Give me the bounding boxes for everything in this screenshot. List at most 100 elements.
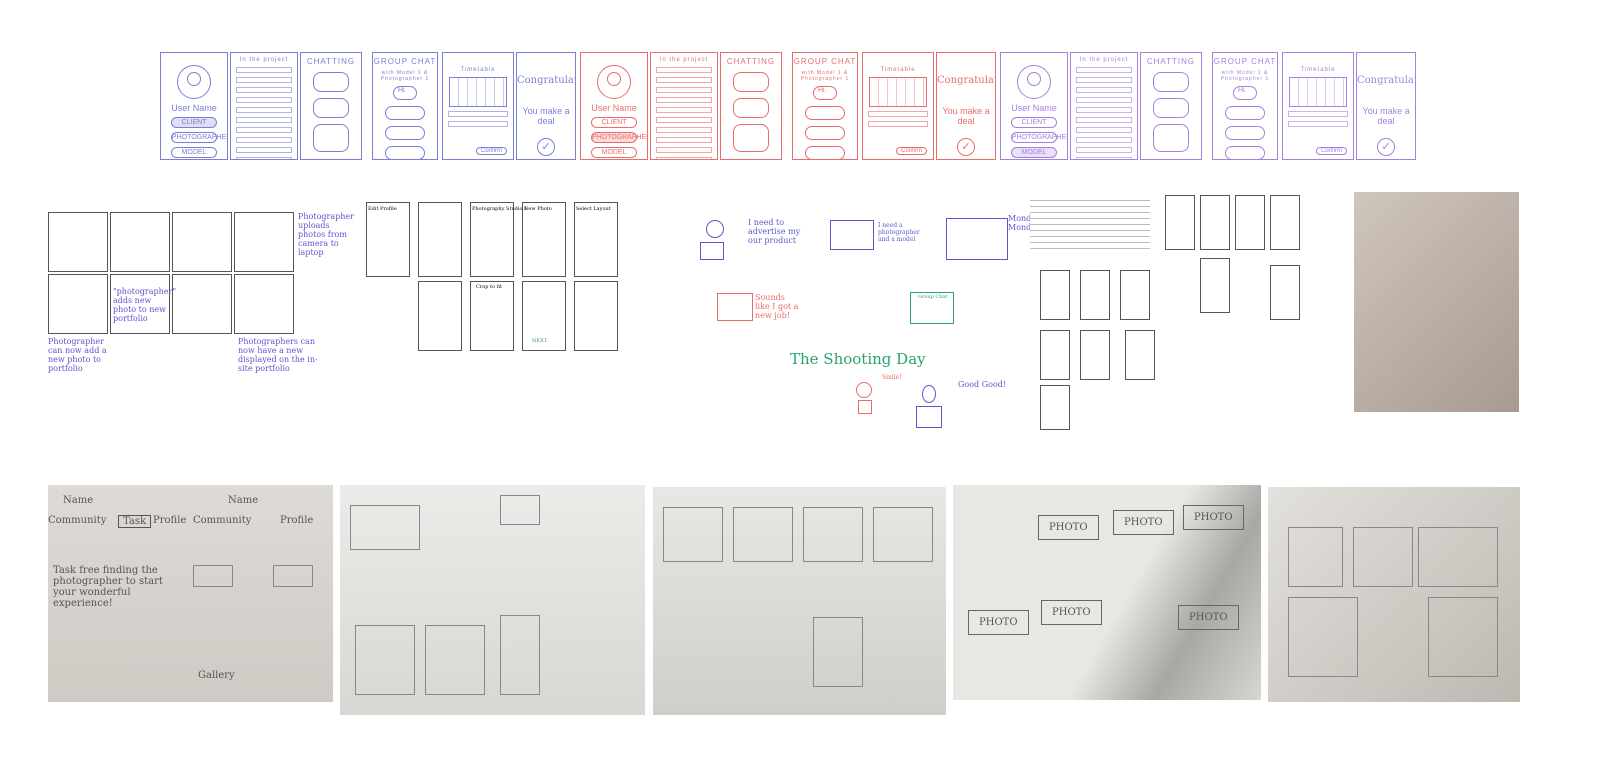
list-screen: In the project <box>230 52 298 160</box>
profile-screen: User NameCLIENTPHOTOGRAPHERMODELLog in <box>580 52 648 160</box>
check-icon: ✓ <box>957 138 975 156</box>
congrats-title: Congratulations! <box>517 75 575 86</box>
congrats-title: Congratulations! <box>937 75 995 86</box>
paper-photo-photo-layout: PHOTO PHOTO PHOTO PHOTO PHOTO PHOTO <box>953 485 1261 700</box>
profile-screen: User NameCLIENTPHOTOGRAPHERMODELLog in <box>1000 52 1068 160</box>
photo-text: Name <box>228 495 259 506</box>
story-sketch: I need to advertise my our product I nee… <box>690 200 1047 440</box>
storyboard-panel: Photographer uploads photos from camera … <box>48 212 354 373</box>
role-model-button[interactable]: MODEL <box>170 147 218 158</box>
confirm-button[interactable]: Confirm <box>1315 147 1347 155</box>
congrats-screen: Congratulations! You make a deal ✓ <box>516 52 576 160</box>
chat-bubble: Hi. <box>1233 86 1257 100</box>
photo-text: PHOTO <box>1113 510 1174 535</box>
storyboard-note: Photographer uploads photos from camera … <box>298 212 354 257</box>
list-screen: In the project <box>650 52 718 160</box>
next-button: NEXT <box>532 338 547 344</box>
screen-label: Select Layout <box>576 206 611 212</box>
group-chat-title: GROUP CHAT <box>1213 57 1277 66</box>
photo-text: Profile <box>153 515 187 526</box>
group-chat-title: GROUP CHAT <box>373 57 437 66</box>
user-name: User Name <box>171 103 217 113</box>
photo-text: Community <box>193 515 252 526</box>
role-model-button[interactable]: MODEL <box>590 147 638 158</box>
check-icon: ✓ <box>1377 138 1395 156</box>
calendar[interactable] <box>449 77 507 107</box>
chat-bubble: Hi. <box>393 86 417 100</box>
timetable-label: Timetable <box>880 67 916 73</box>
photo-text: Profile <box>280 515 314 526</box>
photo-text: Task <box>118 515 152 528</box>
calendar[interactable] <box>1289 77 1347 107</box>
user-avatar-icon <box>1017 65 1051 99</box>
screen-label: Crop to fit <box>476 284 502 290</box>
congrats-screen: Congratulations! You make a deal ✓ <box>936 52 996 160</box>
flowchart-sketch <box>1030 190 1320 440</box>
confirm-button[interactable]: Confirm <box>895 147 927 155</box>
user-avatar-icon <box>597 65 631 99</box>
role-model-button[interactable]: MODEL <box>1010 147 1058 158</box>
story-caption: Sounds like I got a new job! <box>755 293 799 320</box>
photo-text: Task free finding the photographer to st… <box>53 565 163 609</box>
screen-title: In the project <box>1079 57 1129 63</box>
role-client-button[interactable]: CLIENT <box>590 117 638 128</box>
group-chat-screen: GROUP CHAT with Model 1 & Photographer 1 H… <box>372 52 438 160</box>
group-chat-screen: GROUP CHAT with Model 1 & Photographer 1 H… <box>1212 52 1278 160</box>
photo-text: Name <box>63 495 94 506</box>
schedule-screen: Timetable Confirm <box>442 52 514 160</box>
photo-text: Community <box>48 515 107 526</box>
story-title: The Shooting Day <box>790 350 926 368</box>
group-chat-title: GROUP CHAT <box>793 57 857 66</box>
story-caption: Group Chat <box>918 294 948 300</box>
chat-screen: CHATTING <box>720 52 782 160</box>
group-chat-screen: GROUP CHAT with Model 1 & Photographer 1 H… <box>792 52 858 160</box>
screen-title: In the project <box>659 57 709 63</box>
paper-photo <box>653 487 946 715</box>
timetable-label: Timetable <box>1300 67 1336 73</box>
group-chat-subtitle: with Model 1 & Photographer 1 <box>380 70 430 82</box>
timetable-label: Timetable <box>460 67 496 73</box>
chat-title: CHATTING <box>1146 57 1196 66</box>
chat-screen: CHATTING <box>300 52 362 160</box>
congrats-screen: Congratulations! You make a deal ✓ <box>1356 52 1416 160</box>
paper-photo-community: Name Name Community Task Profile Communi… <box>48 485 333 702</box>
storyboard-note: Photographers can now have a new display… <box>238 337 318 373</box>
user-name: User Name <box>1011 103 1057 113</box>
storyboard-note: "photographer" adds new photo to new por… <box>113 287 177 323</box>
photo-text: Gallery <box>198 670 235 681</box>
screen-label: New Photo <box>524 206 552 212</box>
role-client-button[interactable]: CLIENT <box>1010 117 1058 128</box>
role-photographer-button[interactable]: PHOTOGRAPHER <box>170 132 227 143</box>
role-client-button[interactable]: CLIENT <box>170 117 218 128</box>
screen-label: Edit Profile <box>368 206 397 212</box>
check-icon: ✓ <box>537 138 555 156</box>
user-avatar-icon <box>177 65 211 99</box>
group-chat-subtitle: with Model 1 & Photographer 1 <box>800 70 850 82</box>
chat-screen: CHATTING <box>1140 52 1202 160</box>
story-caption: Monday... Monday... <box>1008 214 1048 232</box>
user-name: User Name <box>591 103 637 113</box>
photo-text: PHOTO <box>1183 505 1244 530</box>
deal-text: You make a deal <box>522 106 570 126</box>
list-screen: In the project <box>1070 52 1138 160</box>
group-chat-subtitle: with Model 1 & Photographer 1 <box>1220 70 1270 82</box>
calendar[interactable] <box>869 77 927 107</box>
deal-text: You make a deal <box>942 106 990 126</box>
confirm-button[interactable]: Confirm <box>475 147 507 155</box>
photo-text: PHOTO <box>1041 600 1102 625</box>
paper-photo <box>1268 487 1520 702</box>
chat-bubble: Hi. <box>813 86 837 100</box>
deal-text: You make a deal <box>1362 106 1410 126</box>
profile-screen: User NameCLIENTPHOTOGRAPHERMODELLog in <box>160 52 228 160</box>
photo-text: PHOTO <box>968 610 1029 635</box>
schedule-screen: Timetable Confirm <box>1282 52 1354 160</box>
role-photographer-button[interactable]: PHOTOGRAPHER <box>590 132 647 143</box>
story-caption: Smile! <box>882 374 902 381</box>
chat-title: CHATTING <box>726 57 776 66</box>
photo-text: PHOTO <box>1178 605 1239 630</box>
role-photographer-button[interactable]: PHOTOGRAPHER <box>1010 132 1067 143</box>
story-caption: I need to advertise my our product <box>748 218 801 245</box>
mobile-flow-sketch: Edit Profile Photography Studio 1 New Ph… <box>366 196 636 356</box>
paper-photo <box>340 485 645 715</box>
chat-title: CHATTING <box>306 57 356 66</box>
